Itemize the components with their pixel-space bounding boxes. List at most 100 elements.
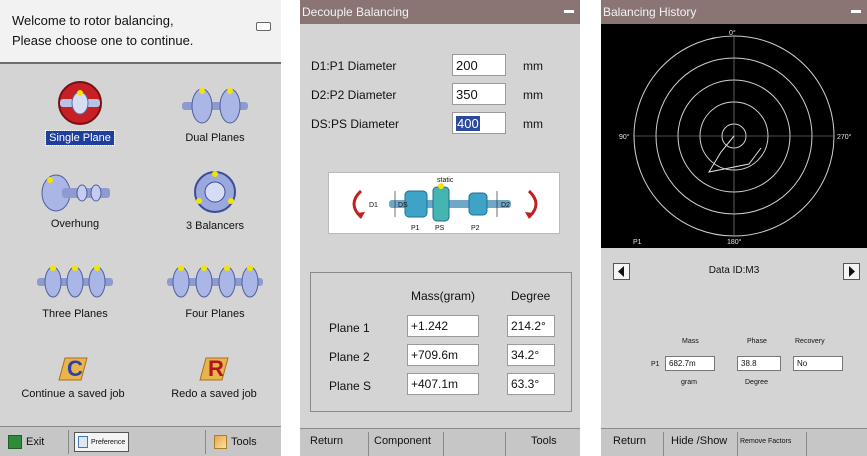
mode-continue-saved-job[interactable]: C Continue a saved job: [6, 348, 140, 402]
plane-label: Plane S: [329, 379, 372, 393]
svg-text:R: R: [208, 356, 224, 381]
mode-dual-planes[interactable]: Dual Planes: [160, 84, 270, 146]
d1-label: D1: [369, 202, 378, 209]
three-balancers-icon: [194, 171, 236, 213]
polar-left-label: 90°: [619, 133, 630, 141]
plane2-degree-value: 34.2°: [507, 344, 555, 366]
phase-unit: Degree: [745, 379, 768, 386]
planeS-degree-value: 63.3°: [507, 373, 555, 395]
tools-button[interactable]: Tools: [531, 435, 557, 447]
next-record-button[interactable]: [843, 263, 860, 280]
d2-diameter-input[interactable]: 350: [452, 83, 506, 105]
toolbar-divider: [205, 430, 206, 454]
ps-label: PS: [435, 225, 445, 232]
toolbar-divider: [368, 432, 369, 456]
title-bar: Decouple Balancing: [300, 0, 580, 24]
mode-single-plane[interactable]: Single Plane: [30, 78, 130, 146]
toolbar-divider: [806, 432, 807, 456]
exit-icon: [8, 435, 22, 449]
decouple-balancing-screen: Decouple Balancing D1:P1 Diameter 200 mm…: [300, 0, 580, 456]
planeS-mass-value: +407.1m: [407, 373, 479, 395]
welcome-header: Welcome to rotor balancing, Please choos…: [0, 0, 281, 64]
polar-plot: 0° 90° 270° 180° P1: [601, 24, 867, 248]
unit-label: mm: [523, 117, 543, 131]
diameter-row-d2: D2:P2 Diameter 350 mm: [300, 83, 580, 109]
toolbar-divider: [737, 432, 738, 456]
unit-label: mm: [523, 88, 543, 102]
svg-text:C: C: [67, 356, 83, 381]
toolbar-divider: [443, 432, 444, 456]
polar-right-label: 270°: [837, 133, 852, 141]
d1-diameter-input[interactable]: 200: [452, 54, 506, 76]
d2-label: D2: [501, 202, 510, 209]
diameter-row-ds: DS:PS Diameter 400 mm: [300, 112, 580, 138]
return-button[interactable]: Return: [310, 435, 343, 447]
mode-redo-saved-job[interactable]: R Redo a saved job: [150, 348, 278, 402]
toolbar-divider: [505, 432, 506, 456]
balancing-history-screen: Balancing History 0° 90° 270° 180° P1 Da…: [601, 0, 867, 456]
data-id-label: Data ID:M3: [708, 265, 760, 276]
diameter-row-d1: D1:P1 Diameter 200 mm: [300, 54, 580, 80]
tools-icon: [214, 435, 227, 449]
minimize-button[interactable]: [851, 10, 861, 13]
title-bar: Balancing History: [601, 0, 867, 24]
component-button[interactable]: Component: [374, 435, 431, 447]
mode-overhung[interactable]: Overhung: [20, 172, 130, 232]
mode-label: Continue a saved job: [21, 388, 125, 400]
mode-label: Redo a saved job: [171, 388, 257, 400]
ds-diameter-input[interactable]: 400: [452, 112, 506, 134]
mode-three-balancers[interactable]: 3 Balancers: [160, 168, 270, 234]
p1-mass-value: 682.7m: [665, 356, 715, 371]
tools-button[interactable]: Tools: [214, 430, 257, 454]
mode-label: 3 Balancers: [185, 220, 245, 232]
remove-factors-button[interactable]: Remove Factors: [740, 438, 791, 445]
exit-button[interactable]: Exit: [8, 430, 44, 454]
mode-label: Single Plane: [45, 130, 115, 146]
plane-label: Plane 1: [329, 321, 370, 335]
mode-label: Three Planes: [42, 308, 108, 320]
polar-bottom-label: 180°: [727, 238, 742, 246]
p1-row-label: P1: [651, 361, 660, 368]
recovery-header: Recovery: [795, 338, 825, 345]
p1-phase-value: 38.8: [737, 356, 781, 371]
window-title: Balancing History: [603, 5, 697, 19]
mass-header: Mass: [682, 338, 699, 345]
plane-label: Plane 2: [329, 350, 370, 364]
field-label: D2:P2 Diameter: [311, 88, 397, 102]
unit-label: mm: [523, 59, 543, 73]
toolbar-divider: [663, 432, 664, 456]
plane1-degree-value: 214.2°: [507, 315, 555, 337]
p2-label: P2: [471, 225, 480, 232]
continue-job-icon: C: [58, 356, 88, 381]
preference-icon: [78, 436, 88, 448]
rotor-diagram: static D1 DS D2 P1 PS P2: [328, 172, 560, 234]
four-planes-rotor-icon: [167, 265, 263, 298]
exit-label: Exit: [26, 436, 45, 448]
minimize-button[interactable]: [256, 22, 271, 31]
phase-header: Phase: [747, 338, 767, 345]
minimize-button[interactable]: [564, 10, 574, 13]
ds-label: DS: [398, 202, 408, 209]
mode-label: Overhung: [50, 218, 100, 230]
welcome-line-2: Please choose one to continue.: [12, 33, 194, 48]
bottom-toolbar: Exit Preference Tools: [0, 426, 281, 456]
right-arrow-icon: [849, 266, 855, 277]
window-title: Decouple Balancing: [302, 5, 409, 19]
selected-text: 400: [456, 116, 480, 131]
bottom-toolbar: Return Component Tools: [300, 428, 580, 456]
polar-top-label: 0°: [729, 29, 736, 37]
mass-unit: gram: [681, 379, 697, 386]
mode-four-planes[interactable]: Four Planes: [155, 260, 275, 322]
hide-show-button[interactable]: Hide /Show: [671, 435, 727, 447]
return-button[interactable]: Return: [613, 435, 646, 447]
single-plane-rotor-icon: [58, 81, 102, 125]
decouple-rotor-diagram: static D1 DS D2 P1 PS P2: [352, 177, 538, 232]
dual-planes-rotor-icon: [182, 88, 248, 124]
field-label: D1:P1 Diameter: [311, 59, 397, 73]
mode-three-planes[interactable]: Three Planes: [20, 260, 130, 322]
preference-box: Preference: [74, 432, 130, 452]
plane2-mass-value: +709.6m: [407, 344, 479, 366]
preference-button[interactable]: Preference: [74, 430, 130, 454]
polar-corner-label: P1: [633, 239, 642, 246]
polar-plot-canvas: 0° 90° 270° 180° P1: [619, 29, 852, 246]
